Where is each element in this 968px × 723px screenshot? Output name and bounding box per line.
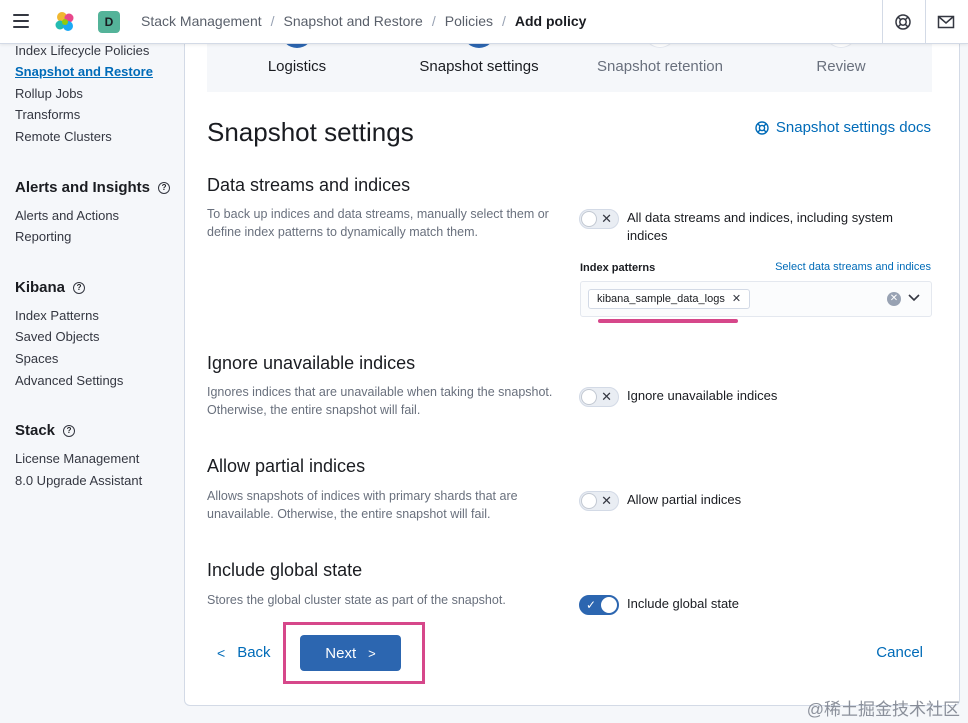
- back-button[interactable]: < Back: [217, 644, 271, 661]
- section-title: Alerts and Insights: [15, 179, 151, 196]
- switch-knob: [581, 389, 597, 405]
- menu-icon[interactable]: [13, 14, 29, 28]
- breadcrumb-policies[interactable]: Policies: [445, 13, 493, 29]
- sidebar-item-alerts-actions[interactable]: Alerts and Actions: [15, 208, 119, 223]
- toggle-ignore-unavailable-row: ✕ Ignore unavailable indices: [579, 387, 777, 407]
- sidebar-section-kibana: Kibana ?: [15, 279, 86, 296]
- watermark: @稀土掘金技术社区: [806, 700, 960, 719]
- sidebar-item-snapshot-restore[interactable]: Snapshot and Restore: [15, 64, 153, 79]
- next-button[interactable]: Next >: [300, 635, 401, 671]
- chip-remove-icon[interactable]: ✕: [732, 290, 741, 308]
- include-global-state-label: Include global state: [627, 596, 740, 611]
- step-snapshot-retention[interactable]: Snapshot retention: [570, 58, 750, 75]
- all-indices-label: All data streams and indices, including …: [627, 210, 893, 243]
- section-description-ignore-unavailable: Ignores indices that are unavailable whe…: [207, 385, 553, 417]
- sidebar-item-spaces[interactable]: Spaces: [15, 351, 58, 366]
- cross-icon: ✕: [601, 211, 612, 226]
- breadcrumb-stack-management[interactable]: Stack Management: [141, 13, 262, 29]
- docs-link-label[interactable]: Snapshot settings docs: [776, 119, 931, 136]
- switch-knob: [601, 597, 617, 613]
- switch-knob: [581, 211, 597, 227]
- back-label: Back: [237, 644, 271, 661]
- mail-icon[interactable]: [936, 12, 956, 32]
- sidebar-item-index-lifecycle-policies[interactable]: Index Lifecycle Policies: [15, 43, 149, 58]
- clear-icon[interactable]: ✕: [887, 292, 901, 306]
- section-title-ignore-unavailable: Ignore unavailable indices: [207, 353, 416, 373]
- space-avatar[interactable]: D: [98, 11, 120, 33]
- sidebar-item-reporting[interactable]: Reporting: [15, 229, 71, 244]
- ignore-unavailable-label: Ignore unavailable indices: [627, 388, 778, 403]
- sidebar-item-saved-objects[interactable]: Saved Objects: [15, 329, 100, 344]
- index-pattern-chip[interactable]: kibana_sample_data_logs ✕: [588, 289, 751, 309]
- section-title-partial: Allow partial indices: [207, 456, 366, 476]
- sidebar-item-upgrade-assistant[interactable]: 8.0 Upgrade Assistant: [15, 473, 142, 488]
- page-title: Snapshot settings: [207, 117, 414, 147]
- check-icon: ✓: [586, 598, 597, 612]
- top-header: D Stack Management / Snapshot and Restor…: [0, 0, 968, 44]
- ignore-unavailable-switch[interactable]: ✕: [579, 387, 619, 407]
- elastic-logo-icon[interactable]: [54, 11, 76, 33]
- breadcrumb-add-policy: Add policy: [514, 13, 587, 29]
- section-description-global-state: Stores the global cluster state as part …: [207, 593, 506, 607]
- steps-bar: Logistics Snapshot settings Snapshot ret…: [207, 24, 932, 92]
- section-title: Stack: [15, 422, 56, 439]
- toggle-partial-row: ✕ Allow partial indices: [579, 491, 741, 511]
- sidebar-item-license-management[interactable]: License Management: [15, 451, 139, 466]
- select-data-streams-link[interactable]: Select data streams and indices: [775, 261, 931, 273]
- highlight-underline: [598, 319, 738, 323]
- breadcrumb-separator: /: [501, 13, 506, 29]
- index-patterns-label: Index patterns: [580, 262, 656, 274]
- cross-icon: ✕: [601, 389, 612, 404]
- lifebuoy-icon: [755, 120, 769, 135]
- step-logistics[interactable]: Logistics: [207, 58, 387, 75]
- chevron-left-icon: <: [217, 644, 226, 661]
- step-snapshot-settings[interactable]: Snapshot settings: [389, 58, 569, 75]
- step-review[interactable]: Review: [751, 58, 931, 75]
- section-description-partial: Allows snapshots of indices with primary…: [207, 489, 518, 521]
- breadcrumb-separator: /: [270, 13, 275, 29]
- all-indices-switch[interactable]: ✕: [579, 209, 619, 229]
- section-description-data-streams: To back up indices and data streams, man…: [207, 207, 549, 239]
- section-title-data-streams: Data streams and indices: [207, 175, 411, 195]
- chevron-right-icon: >: [368, 645, 376, 661]
- allow-partial-label: Allow partial indices: [627, 492, 742, 507]
- help-lifebuoy-icon[interactable]: [893, 12, 913, 32]
- sidebar-item-transforms[interactable]: Transforms: [15, 107, 80, 122]
- breadcrumb-separator: /: [431, 13, 436, 29]
- toggle-global-state-row: ✓ Include global state: [579, 595, 739, 615]
- chevron-down-icon[interactable]: [907, 290, 921, 304]
- sidebar-section-alerts: Alerts and Insights ?: [15, 179, 171, 196]
- next-label: Next: [325, 644, 357, 662]
- switch-knob: [581, 493, 597, 509]
- section-title: Kibana: [15, 279, 66, 296]
- sidebar-section-stack: Stack ?: [15, 422, 76, 439]
- sidebar-item-remote-clusters[interactable]: Remote Clusters: [15, 129, 112, 144]
- chip-label: kibana_sample_data_logs: [597, 293, 725, 305]
- index-patterns-combobox[interactable]: kibana_sample_data_logs ✕ ✕: [580, 281, 932, 317]
- cross-icon: ✕: [601, 493, 612, 508]
- allow-partial-switch[interactable]: ✕: [579, 491, 619, 511]
- question-icon[interactable]: ?: [158, 181, 171, 194]
- header-divider: [925, 0, 926, 44]
- include-global-state-switch[interactable]: ✓: [579, 595, 619, 615]
- question-icon[interactable]: ?: [63, 424, 76, 437]
- management-sidebar: Index Lifecycle Policies Snapshot and Re…: [0, 43, 180, 723]
- sidebar-item-rollup-jobs[interactable]: Rollup Jobs: [15, 86, 83, 101]
- policy-form-panel: Logistics Snapshot settings Snapshot ret…: [184, 24, 960, 706]
- section-title-global-state: Include global state: [207, 560, 363, 580]
- cancel-button[interactable]: Cancel: [876, 644, 923, 661]
- sidebar-item-advanced-settings[interactable]: Advanced Settings: [15, 373, 123, 388]
- toggle-all-indices-row: ✕ All data streams and indices, includin…: [579, 209, 917, 245]
- header-divider: [882, 0, 883, 44]
- breadcrumb-snapshot-restore[interactable]: Snapshot and Restore: [284, 13, 423, 29]
- breadcrumb: Stack Management / Snapshot and Restore …: [141, 13, 586, 29]
- snapshot-settings-docs-link[interactable]: Snapshot settings docs: [754, 119, 931, 136]
- question-icon[interactable]: ?: [73, 281, 86, 294]
- sidebar-item-index-patterns[interactable]: Index Patterns: [15, 308, 99, 323]
